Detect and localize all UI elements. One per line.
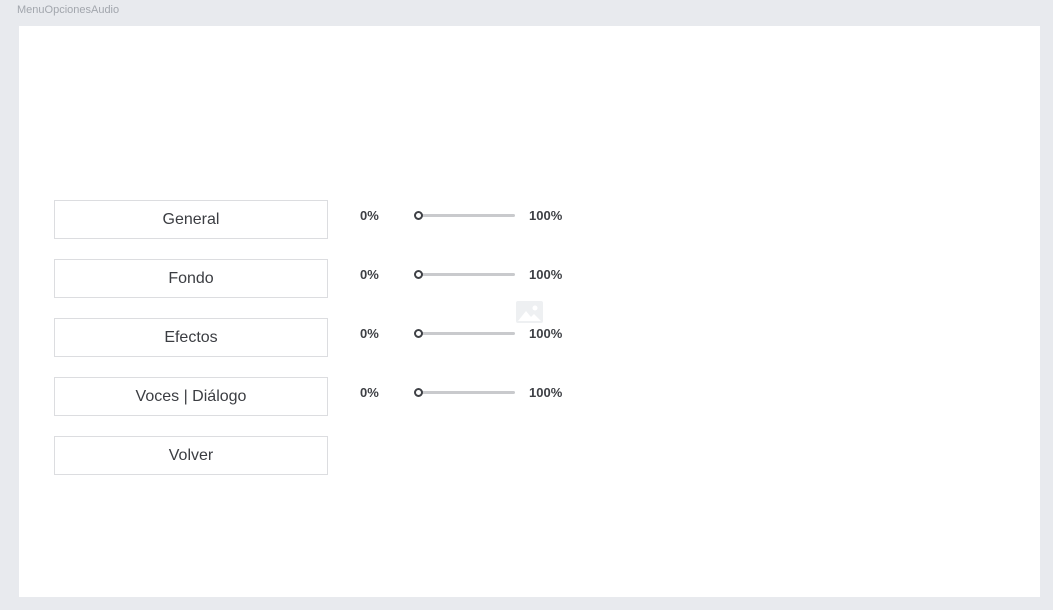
slider-track[interactable]: [414, 329, 515, 338]
efectos-button[interactable]: Efectos: [54, 318, 328, 357]
slider-thumb[interactable]: [414, 329, 423, 338]
slider-thumb[interactable]: [414, 388, 423, 397]
image-placeholder-icon: [516, 301, 543, 323]
voces-volume-slider: 0% 100%: [360, 383, 590, 403]
slider-track[interactable]: [414, 270, 515, 279]
slider-track[interactable]: [414, 211, 515, 220]
fondo-volume-slider: 0% 100%: [360, 265, 590, 285]
frame-title: MenuOpcionesAudio: [17, 4, 120, 16]
slider-min-label: 0%: [360, 326, 379, 341]
efectos-volume-slider: 0% 100%: [360, 324, 590, 344]
slider-max-label: 100%: [529, 326, 563, 341]
fondo-button[interactable]: Fondo: [54, 259, 328, 298]
audio-options-canvas: General Fondo Efectos Voces | Diálogo Vo…: [19, 26, 1040, 597]
slider-thumb[interactable]: [414, 270, 423, 279]
slider-min-label: 0%: [360, 208, 379, 223]
voces-dialogo-button[interactable]: Voces | Diálogo: [54, 377, 328, 416]
slider-min-label: 0%: [360, 267, 379, 282]
volver-button[interactable]: Volver: [54, 436, 328, 475]
slider-track[interactable]: [414, 388, 515, 397]
slider-max-label: 100%: [529, 208, 563, 223]
slider-min-label: 0%: [360, 385, 379, 400]
general-button[interactable]: General: [54, 200, 328, 239]
general-volume-slider: 0% 100%: [360, 206, 590, 226]
slider-max-label: 100%: [529, 267, 563, 282]
slider-thumb[interactable]: [414, 211, 423, 220]
slider-max-label: 100%: [529, 385, 563, 400]
